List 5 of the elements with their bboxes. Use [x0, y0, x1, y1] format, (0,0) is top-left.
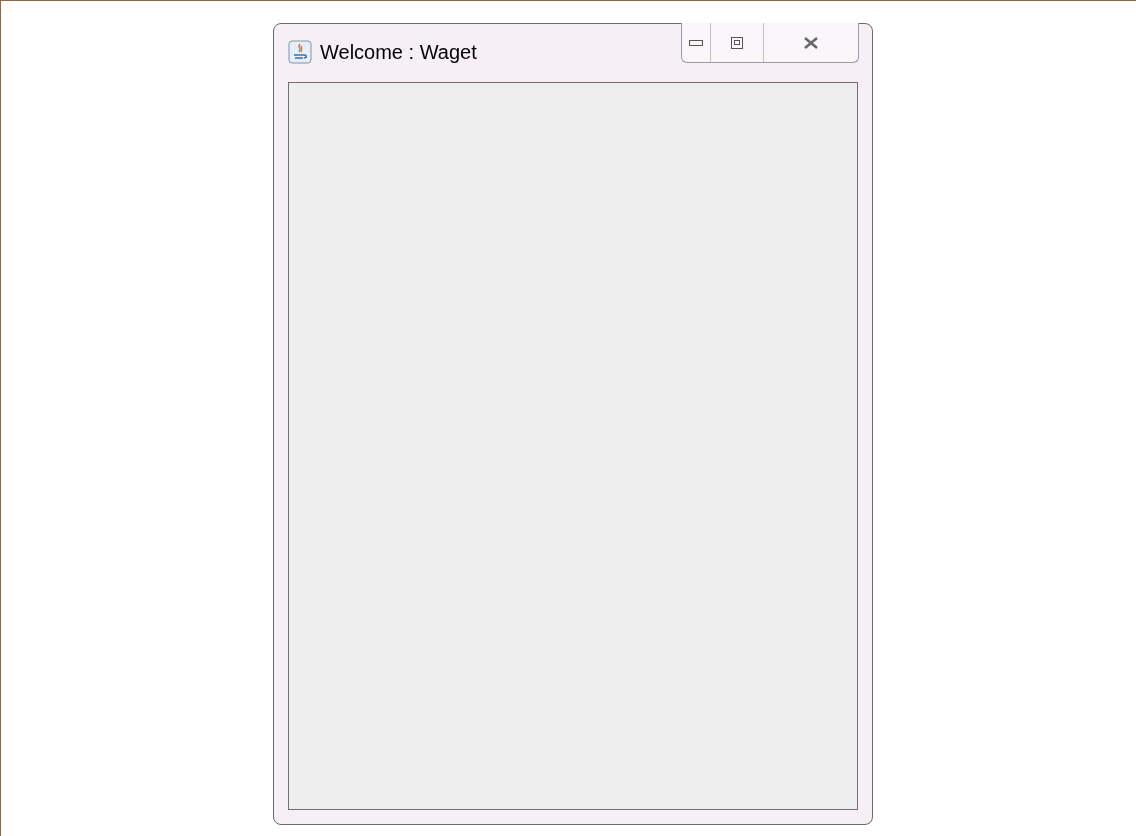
window-title: Welcome : Waget — [320, 40, 477, 65]
maximize-icon — [731, 36, 743, 49]
close-icon — [803, 36, 819, 49]
minimize-icon — [689, 39, 703, 46]
app-icon — [288, 40, 312, 64]
